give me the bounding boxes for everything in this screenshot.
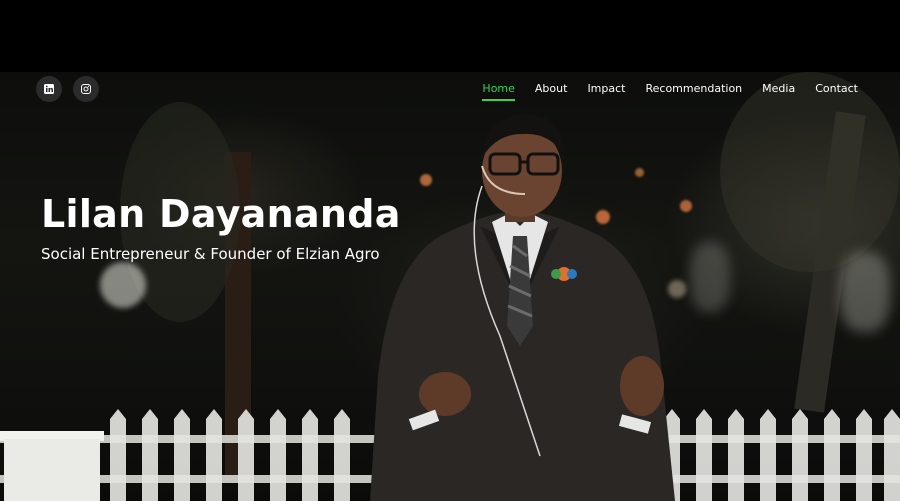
fence-picket (824, 409, 840, 501)
fence-picket (696, 409, 712, 501)
fence-picket (174, 409, 190, 501)
nav-item-contact[interactable]: Contact (815, 82, 858, 101)
fence-picket (302, 409, 318, 501)
fence-picket (270, 409, 286, 501)
speaker-figure (370, 114, 675, 501)
nav-item-recommendation[interactable]: Recommendation (645, 82, 742, 101)
background-foliage (720, 72, 900, 272)
instagram-button[interactable] (73, 76, 99, 102)
nav-item-home[interactable]: Home (482, 82, 516, 101)
hero-title: Lilan Dayananda (41, 192, 401, 236)
fence-picket (334, 409, 350, 501)
fence-picket (728, 409, 744, 501)
fence-post (4, 439, 100, 501)
main-navigation: Home About Impact Recommendation Media C… (482, 82, 858, 101)
top-black-band (0, 0, 900, 72)
bokeh-light (690, 242, 730, 312)
instagram-icon (81, 84, 91, 94)
linkedin-icon (44, 84, 54, 94)
fence-picket (142, 409, 158, 501)
nav-item-impact[interactable]: Impact (587, 82, 625, 101)
fence-picket (856, 409, 872, 501)
fence-picket (206, 409, 222, 501)
linkedin-button[interactable] (36, 76, 62, 102)
hero-subtitle: Social Entrepreneur & Founder of Elzian … (41, 245, 380, 263)
bokeh-light (100, 262, 146, 308)
fence-picket (884, 409, 900, 501)
nav-item-media[interactable]: Media (762, 82, 795, 101)
fence-picket (110, 409, 126, 501)
fence-picket (760, 409, 776, 501)
nav-item-about[interactable]: About (535, 82, 568, 101)
fence-picket (792, 409, 808, 501)
bokeh-light (840, 252, 890, 332)
fence-picket (238, 409, 254, 501)
